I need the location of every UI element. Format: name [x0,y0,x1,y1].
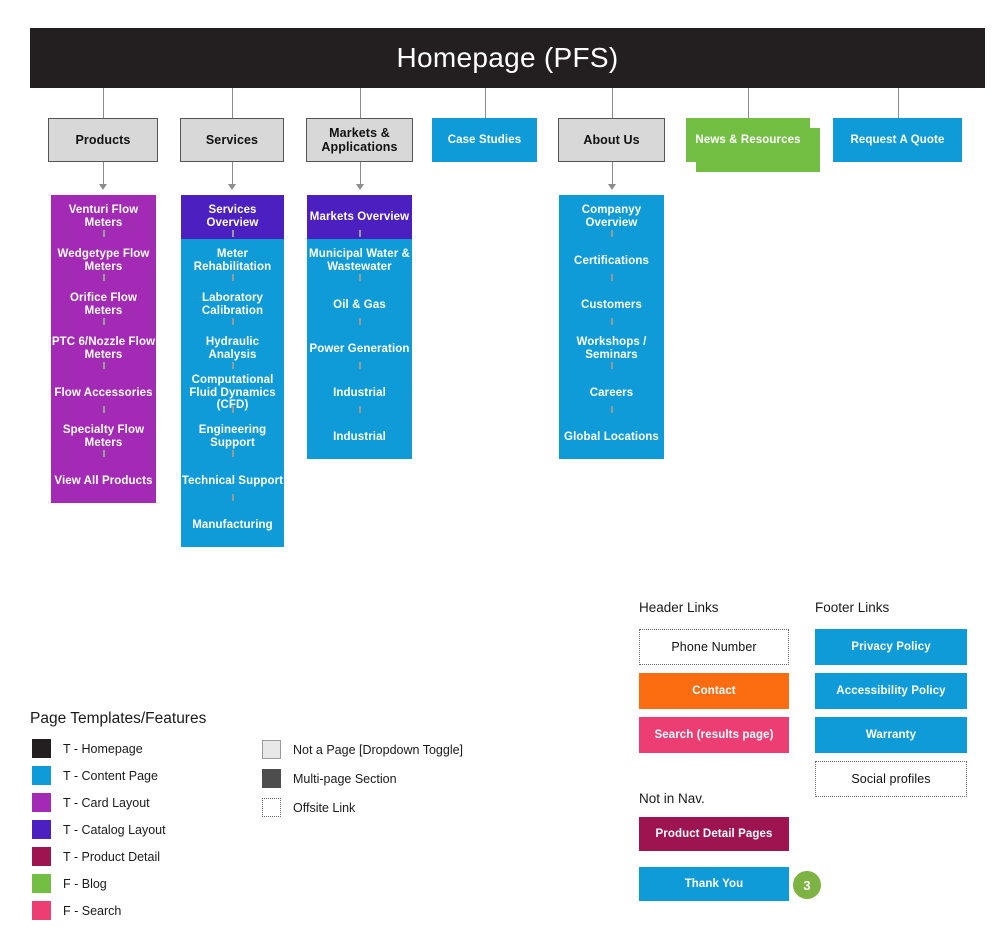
footer-link-1[interactable]: Accessibility Policy [815,673,967,709]
connector-tick [232,362,234,369]
nav-node-3[interactable]: Case Studies [432,118,537,162]
legend-row-3: T - Catalog Layout [32,820,166,839]
connector-line [748,88,749,118]
connector-tick [611,230,613,237]
connector-line [232,88,233,118]
legend-label: T - Product Detail [63,849,161,864]
legend-label: T - Content Page [63,768,158,783]
nav-node-5[interactable]: News & Resources [686,118,820,172]
connector-tick [232,494,234,501]
connector-tick [359,318,361,325]
legend-label: T - Catalog Layout [63,822,166,837]
legend-row-2: T - Card Layout [32,793,150,812]
connector-line [612,162,613,184]
legend-label: Multi-page Section [293,771,397,786]
connector-tick [611,318,613,325]
connector-tick [103,230,105,237]
legend-swatch [32,766,51,785]
connector-tick [103,362,105,369]
legend-title: Page Templates/Features [30,710,207,727]
legend-swatch [32,739,51,758]
legend-swatch [32,901,51,920]
legend-label: F - Search [63,903,122,918]
connector-tick [103,406,105,413]
legend-swatch [32,820,51,839]
connector-tick [611,362,613,369]
connector-tick [103,318,105,325]
not-in-nav-1[interactable]: Thank You [639,867,789,901]
nav-node-1[interactable]: Services [180,118,284,162]
footer-link-2[interactable]: Warranty [815,717,967,753]
legend-row-1: T - Content Page [32,766,158,785]
legend-swatch-offsite [262,798,281,817]
connector-arrow [356,184,364,190]
connector-line [360,88,361,118]
header-links-title: Header Links [639,600,719,615]
connector-tick [359,274,361,281]
legend-swatch [32,874,51,893]
legend-row-right-1: Multi-page Section [262,769,397,792]
connector-tick [359,362,361,369]
legend-row-right-2: Offsite Link [262,798,355,817]
legend-row-right-0: Not a Page [Dropdown Toggle] [262,740,463,759]
nav-node-2[interactable]: Markets & Applications [306,118,413,162]
connector-line [898,88,899,118]
connector-tick [359,230,361,237]
connector-tick [103,274,105,281]
legend-label: Not a Page [Dropdown Toggle] [293,742,464,757]
connector-tick [611,406,613,413]
connector-line [612,88,613,118]
count-badge: 3 [791,869,823,901]
legend-label: F - Blog [63,876,107,891]
homepage-node[interactable]: Homepage (PFS) [30,28,985,88]
child-node-products-6[interactable]: View All Products [51,459,156,503]
legend-label: T - Card Layout [63,795,150,810]
footer-link-0[interactable]: Privacy Policy [815,629,967,665]
footer-links-title: Footer Links [815,600,890,615]
connector-arrow [608,184,616,190]
connector-tick [103,450,105,457]
connector-line [360,162,361,184]
legend-swatch [32,793,51,812]
header-link-2[interactable]: Search (results page) [639,717,789,753]
connector-arrow [228,184,236,190]
legend-label: T - Homepage [63,741,143,756]
nav-node-6[interactable]: Request A Quote [833,118,962,162]
child-node-markets-5[interactable]: Industrial [307,415,412,459]
connector-line [103,88,104,118]
child-node-services-7[interactable]: Manufacturing [181,503,284,547]
connector-tick [359,406,361,413]
nav-node-0[interactable]: Products [48,118,158,162]
legend-label: Offsite Link [293,800,356,815]
connector-tick [232,318,234,325]
legend-swatch-multi [262,769,285,792]
not-in-nav-title: Not in Nav. [639,791,705,806]
connector-tick [232,406,234,413]
legend-swatch [32,847,51,866]
legend-row-6: F - Search [32,901,121,920]
connector-tick [232,230,234,237]
legend-row-5: F - Blog [32,874,107,893]
legend-swatch-gray [262,740,281,759]
header-link-1[interactable]: Contact [639,673,789,709]
legend-row-4: T - Product Detail [32,847,160,866]
connector-arrow [99,184,107,190]
nav-node-4[interactable]: About Us [558,118,665,162]
connector-tick [232,274,234,281]
sitemap-canvas: Homepage (PFS) Products Services Markets & A… [0,0,1000,943]
child-node-about-5[interactable]: Global Locations [559,415,664,459]
connector-tick [232,450,234,457]
connector-line [232,162,233,184]
not-in-nav-0[interactable]: Product Detail Pages [639,817,789,851]
legend-row-0: T - Homepage [32,739,143,758]
connector-tick [611,274,613,281]
header-link-0[interactable]: Phone Number [639,629,789,665]
connector-line [485,88,486,118]
connector-line [103,162,104,184]
footer-link-3[interactable]: Social profiles [815,761,967,797]
